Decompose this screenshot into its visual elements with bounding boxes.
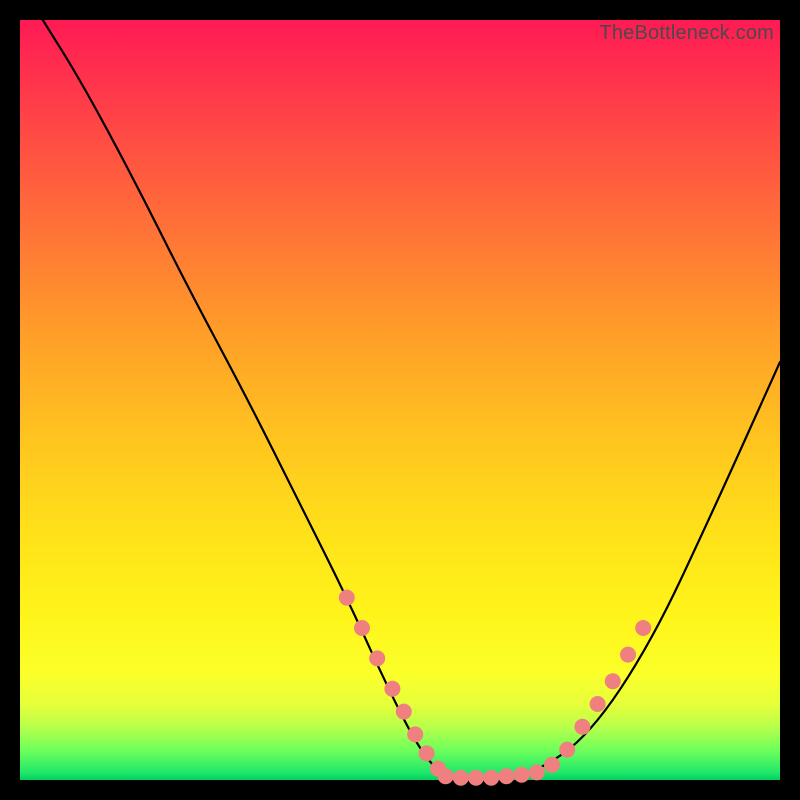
threshold-dot — [514, 767, 530, 783]
plot-area: TheBottleneck.com — [20, 20, 780, 780]
bottleneck-curve — [43, 20, 780, 780]
threshold-dot — [605, 673, 621, 689]
threshold-dot — [559, 742, 575, 758]
threshold-dot — [453, 770, 469, 786]
threshold-dot — [635, 620, 651, 636]
threshold-dot — [498, 768, 514, 784]
threshold-dot — [483, 770, 499, 786]
chart-svg — [20, 20, 780, 780]
threshold-dot — [574, 719, 590, 735]
threshold-dot — [407, 726, 423, 742]
threshold-dot — [590, 696, 606, 712]
outer-frame: TheBottleneck.com — [0, 0, 800, 800]
threshold-dot — [529, 764, 545, 780]
threshold-dot — [396, 704, 412, 720]
threshold-dot — [544, 757, 560, 773]
threshold-dot — [620, 647, 636, 663]
threshold-dot — [438, 768, 454, 784]
threshold-dot — [468, 770, 484, 786]
threshold-dots-floor — [438, 757, 560, 786]
threshold-dot — [419, 745, 435, 761]
threshold-dot — [384, 681, 400, 697]
threshold-dot — [354, 620, 370, 636]
threshold-dots-right — [559, 620, 651, 758]
threshold-dot — [369, 650, 385, 666]
threshold-dot — [339, 590, 355, 606]
